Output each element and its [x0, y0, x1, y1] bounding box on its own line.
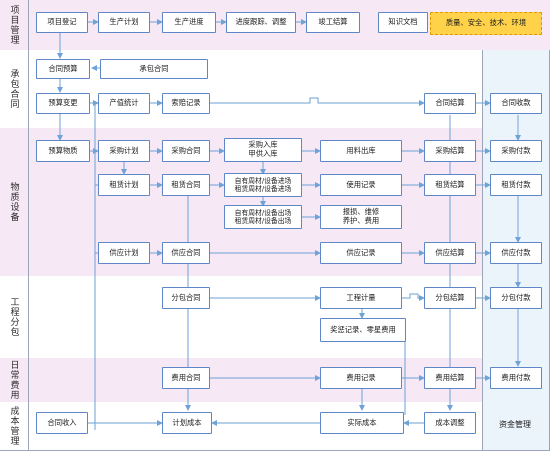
- cost-adjust-node[interactable]: 成本调整: [424, 412, 476, 434]
- purchase-inbound-node[interactable]: 采购入库 甲供入库: [224, 138, 302, 162]
- usage-record-node[interactable]: 使用记录: [320, 174, 402, 196]
- purchase-contract-node[interactable]: 采购合同: [162, 140, 210, 162]
- production-progress-node[interactable]: 生产进度: [162, 12, 216, 33]
- material-outbound-node[interactable]: 用料出库: [320, 140, 402, 162]
- supply-contract-node[interactable]: 供应合同: [162, 242, 210, 264]
- sub-payment-node[interactable]: 分包付款: [490, 287, 542, 309]
- purchase-settlement-node[interactable]: 采购结算: [424, 140, 476, 162]
- expense-contract-node[interactable]: 费用合同: [162, 367, 210, 389]
- equipment-in-node[interactable]: 自有周材/设备进场 租赁周材/设备进场: [224, 173, 302, 197]
- production-plan-node[interactable]: 生产计划: [98, 12, 150, 33]
- contract-receipt-node[interactable]: 合同收款: [490, 93, 542, 114]
- completion-settlement-node[interactable]: 竣工结算: [306, 12, 360, 33]
- equipment-out-node[interactable]: 自有周材/设备出场 租赁周材/设备出场: [224, 205, 302, 229]
- quality-safety-node[interactable]: 质量、安全、技术、环境: [430, 12, 542, 35]
- purchase-plan-node[interactable]: 采购计划: [98, 140, 150, 162]
- budget-change-node[interactable]: 预算变更: [36, 93, 90, 114]
- contract-main-node[interactable]: 承包合同: [100, 59, 208, 79]
- budget-materials-node[interactable]: 预算物质: [36, 140, 90, 162]
- planned-cost-node[interactable]: 计划成本: [162, 412, 212, 434]
- actual-cost-node[interactable]: 实际成本: [320, 412, 404, 434]
- sub-contract-node[interactable]: 分包合同: [162, 287, 210, 309]
- scrap-repair-node[interactable]: 报损、维修 养护、费用: [320, 205, 402, 229]
- lease-settlement-node[interactable]: 租赁结算: [424, 174, 476, 196]
- purchase-payment-node[interactable]: 采购付款: [490, 140, 542, 162]
- reward-record-node[interactable]: 奖惩记录、零星费用: [320, 318, 406, 342]
- lease-plan-node[interactable]: 租赁计划: [98, 174, 150, 196]
- contract-budget-node[interactable]: 合同预算: [36, 59, 90, 79]
- expense-record-node[interactable]: 费用记录: [320, 367, 402, 389]
- expense-payment-node[interactable]: 费用付款: [490, 367, 542, 389]
- fund-management-label: 资金管理: [499, 420, 531, 430]
- lease-payment-node[interactable]: 租赁付款: [490, 174, 542, 196]
- supply-settlement-node[interactable]: 供应结算: [424, 242, 476, 264]
- progress-tracking-node[interactable]: 进度跟踪、调整: [226, 12, 296, 33]
- project-register-node[interactable]: 项目登记: [36, 12, 88, 33]
- supply-payment-node[interactable]: 供应付款: [490, 242, 542, 264]
- lease-contract-node[interactable]: 租赁合同: [162, 174, 210, 196]
- work-measure-node[interactable]: 工程计量: [320, 287, 402, 309]
- output-stats-node[interactable]: 产值统计: [98, 93, 150, 114]
- claims-record-node[interactable]: 索赔记录: [162, 93, 210, 114]
- expense-settlement-node[interactable]: 费用结算: [424, 367, 476, 389]
- contract-settlement-node[interactable]: 合同结算: [424, 93, 476, 114]
- supply-record-node[interactable]: 供应记录: [320, 242, 402, 264]
- knowledge-docs-node[interactable]: 知识文档: [378, 12, 428, 33]
- supply-plan-node[interactable]: 供应计划: [98, 242, 150, 264]
- contract-income-node[interactable]: 合同收入: [36, 412, 88, 434]
- sub-settlement-node[interactable]: 分包结算: [424, 287, 476, 309]
